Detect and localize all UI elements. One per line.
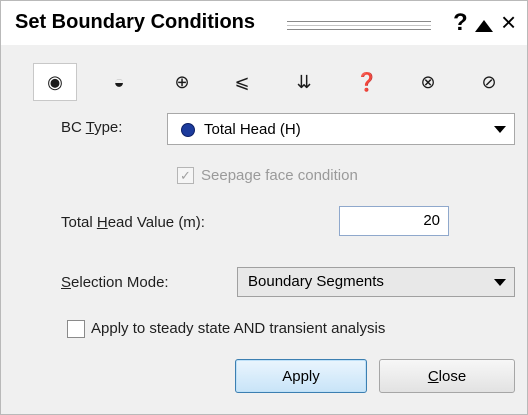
drag-grip[interactable] [287,21,431,30]
seepage-face-checkbox[interactable]: ✓ [177,167,194,184]
selection-mode-value: Boundary Segments [248,273,384,290]
bc-type-label-post: ype: [94,119,123,136]
chevron-down-icon[interactable] [494,279,506,286]
dialog-title: Set Boundary Conditions [15,11,255,33]
infiltration-icon[interactable]: ⩽ [220,63,264,101]
zero-flux-icon[interactable]: ⊗ [406,63,450,101]
close-label-post: lose [438,367,467,385]
total-head-value-input[interactable]: 20 [339,206,449,236]
bc-type-label-access-key: T [85,119,95,136]
remove-bc-icon[interactable]: ⊘ [467,63,511,101]
apply-all-analyses-checkbox[interactable] [67,320,85,338]
chevron-down-icon[interactable] [494,126,506,133]
set-boundary-conditions-dialog: Set Boundary Conditions ? × ◉ ◒ ⊕ ⩽ ⇊ ❓ … [0,0,528,415]
unit-flux-icon[interactable]: ⇊ [282,63,326,101]
apply-all-analyses-label: Apply to steady state AND transient anal… [91,320,386,337]
close-icon[interactable]: × [501,9,516,35]
bc-type-toolbar: ◉ ◒ ⊕ ⩽ ⇊ ❓ ⊗ ⊘ [33,63,513,103]
flow-point-icon[interactable]: ⊕ [160,63,204,101]
bc-type-dropdown[interactable]: Total Head (H) [167,113,515,145]
bc-type-value: Total Head (H) [204,121,301,138]
apply-button[interactable]: Apply [235,359,367,393]
seepage-face-label: Seepage face condition [201,167,358,184]
collapse-icon[interactable] [475,20,493,32]
bc-type-label: BC Type: [61,119,122,136]
close-access-key: C [427,367,439,385]
pressure-head-icon[interactable]: ◒ [97,63,141,101]
selection-label-post: election Mode: [71,274,169,291]
head-label-access-key: H [96,214,108,231]
help-icon[interactable]: ? [453,9,468,37]
bc-type-label-pre: BC [61,119,86,136]
total-head-icon[interactable]: ◉ [33,63,77,101]
head-label-post: ead Value (m): [107,214,205,231]
selection-mode-dropdown[interactable]: Boundary Segments [237,267,515,297]
close-button[interactable]: Close [379,359,515,393]
title-bar[interactable]: Set Boundary Conditions ? × [1,1,527,45]
selection-label-access-key: S [61,274,72,291]
total-head-value-label: Total Head Value (m): [61,214,205,231]
unknown-bc-icon[interactable]: ❓ [345,63,389,101]
total-head-radio-icon [181,123,195,137]
selection-mode-label: Selection Mode: [61,274,169,291]
head-label-pre: Total [61,214,97,231]
